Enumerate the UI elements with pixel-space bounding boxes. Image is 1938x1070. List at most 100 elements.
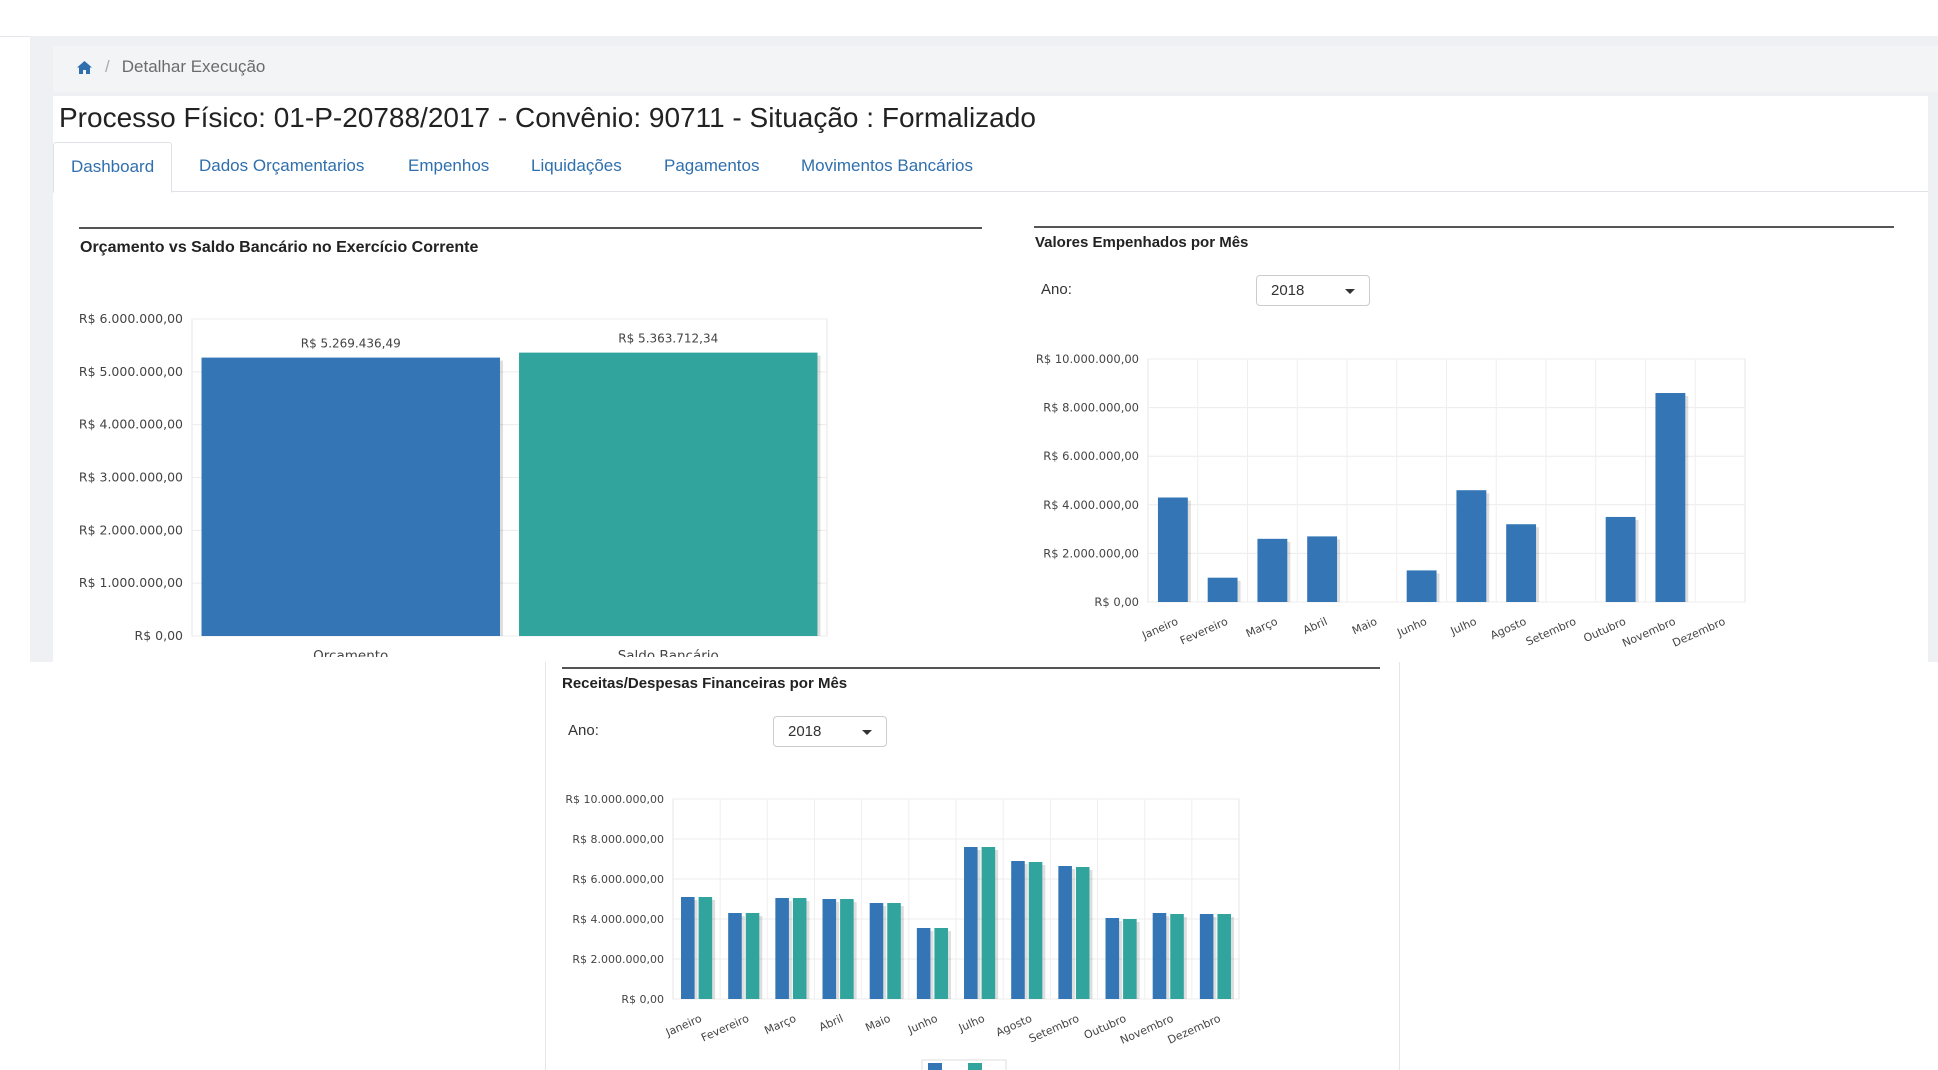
x-tick-label: Julho (1448, 615, 1479, 638)
bar (1170, 914, 1184, 999)
y-tick-label: R$ 2.000.000,00 (572, 953, 664, 966)
page-title: Processo Físico: 01-P-20788/2017 - Convê… (59, 102, 1036, 133)
bar (745, 913, 760, 999)
bar (1199, 914, 1214, 999)
ano-select[interactable]: 2018 (1256, 275, 1370, 306)
bar (1307, 536, 1338, 602)
x-tick-label: Janeiro (1139, 615, 1180, 643)
bar (1655, 393, 1686, 602)
bar (681, 897, 695, 999)
y-tick-label: R$ 3.000.000,00 (79, 470, 183, 485)
tab-movimentos-bancarios[interactable]: Movimentos Bancários (801, 142, 973, 190)
x-tick-label: Novembro (1620, 615, 1678, 650)
bar (1011, 861, 1025, 999)
bar (934, 928, 948, 999)
bar (201, 357, 500, 636)
ano-select-value: 2018 (788, 723, 822, 740)
y-tick-label: R$ 8.000.000,00 (1043, 401, 1139, 415)
tab-liquidacoes[interactable]: Liquidações (531, 142, 622, 190)
y-tick-label: R$ 6.000.000,00 (1043, 449, 1139, 463)
bar (1207, 577, 1238, 602)
x-tick-label: Março (762, 1012, 798, 1038)
y-tick-label: R$ 2.000.000,00 (1043, 546, 1139, 560)
x-tick-label: Janeiro (663, 1012, 704, 1040)
bar (1123, 919, 1137, 999)
y-tick-label: R$ 6.000.000,00 (572, 873, 664, 886)
bar (887, 903, 901, 999)
bar (1152, 913, 1167, 999)
chart-orcamento: R$ 0,00 R$ 1.000.000,00 R$ 2.000.000,00 R$ … (79, 311, 828, 657)
y-tick-label: R$ 6.000.000,00 (79, 311, 183, 326)
bar (519, 352, 818, 636)
x-tick-label: Junho (1394, 615, 1429, 640)
bar (822, 899, 837, 999)
bar (775, 898, 789, 999)
chevron-down-icon (862, 730, 872, 735)
bar (1257, 538, 1288, 602)
panel-title: Valores Empenhados por Mês (1035, 234, 1249, 251)
y-tick-label: R$ 10.000.000,00 (565, 793, 664, 806)
ano-select-value: 2018 (1271, 282, 1305, 299)
panel-financeiras: Receitas/Despesas Financeiras por Mês An… (562, 667, 1380, 1070)
bar (1217, 914, 1231, 999)
bar (1058, 866, 1072, 999)
breadcrumb-current: Detalhar Execução (121, 57, 266, 76)
y-tick-label: R$ 0,00 (135, 628, 183, 643)
y-tick-label: R$ 4.000.000,00 (79, 417, 183, 432)
data-label: R$ 5.363.712,34 (618, 332, 718, 346)
home-icon[interactable] (76, 60, 93, 75)
y-tick-label: R$ 1.000.000,00 (79, 575, 183, 590)
breadcrumb-bar (53, 46, 1938, 92)
ano-label: Ano: (568, 722, 599, 739)
x-tick-label: Julho (956, 1012, 987, 1035)
x-tick-label: Abril (1301, 615, 1329, 637)
bar (698, 897, 713, 999)
x-tick-label: Agosto (1488, 615, 1528, 642)
breadcrumb-separator: / (105, 57, 110, 76)
chart-financeiras: R$ 0,00 R$ 2.000.000,00 R$ 4.000.000,00 R$ … (565, 793, 1240, 1070)
chart-empenhos: R$ 0,00 R$ 2.000.000,00 R$ 4.000.000,00 R$ … (1036, 352, 1746, 650)
x-tick-label: Setembro (1524, 615, 1578, 649)
x-tick-label: Junho (905, 1012, 940, 1037)
tab-dashboard[interactable]: Dashboard (53, 142, 173, 193)
tab-pagamentos[interactable]: Pagamentos (664, 142, 759, 190)
y-tick-label: R$ 0,00 (1094, 595, 1139, 609)
ano-select[interactable]: 2018 (773, 716, 887, 747)
y-tick-label: R$ 10.000.000,00 (1036, 352, 1139, 366)
bar (792, 898, 807, 999)
panel-empenhos: Valores Empenhados por Mês Ano: 2018 R$ … (1034, 226, 1894, 660)
bar (1406, 570, 1437, 602)
tab-bar: Dashboard Dados Orçamentarios Empenhos L… (53, 142, 1928, 193)
tab-empenhos[interactable]: Empenhos (408, 142, 489, 190)
ano-label: Ano: (1041, 281, 1072, 298)
y-tick-label: R$ 2.000.000,00 (79, 522, 183, 537)
x-tick-label: Maio (1350, 615, 1379, 638)
panel-rule (79, 227, 982, 229)
bar (1105, 918, 1120, 999)
panel-rule (562, 667, 1380, 669)
bar (840, 899, 854, 999)
data-label: R$ 5.269.436,49 (301, 337, 401, 351)
x-tick-label: Abril (817, 1012, 845, 1034)
bar (964, 847, 978, 999)
x-tick-label: Dezembro (1670, 615, 1727, 650)
bar (1605, 516, 1636, 602)
x-tick-label: Fevereiro (699, 1012, 751, 1045)
tab-dados-orcamentarios[interactable]: Dados Orçamentarios (199, 142, 364, 190)
bar (1506, 524, 1537, 602)
bar (728, 913, 742, 999)
bar (1456, 490, 1487, 602)
top-strip (0, 0, 1938, 37)
y-tick-label: R$ 8.000.000,00 (572, 833, 664, 846)
x-tick-label: Dezembro (1166, 1012, 1223, 1047)
x-tick-label: Saldo Bancário (618, 648, 719, 657)
bar (916, 928, 931, 999)
y-tick-label: R$ 5.000.000,00 (79, 364, 183, 379)
bar (1028, 862, 1043, 999)
chevron-down-icon (1345, 289, 1355, 294)
panel-rule (1034, 226, 1894, 228)
y-tick-label: R$ 0,00 (621, 993, 664, 1006)
x-tick-label: Março (1244, 615, 1280, 641)
panel-title: Receitas/Despesas Financeiras por Mês (562, 675, 848, 692)
x-tick-label: Fevereiro (1178, 615, 1230, 648)
